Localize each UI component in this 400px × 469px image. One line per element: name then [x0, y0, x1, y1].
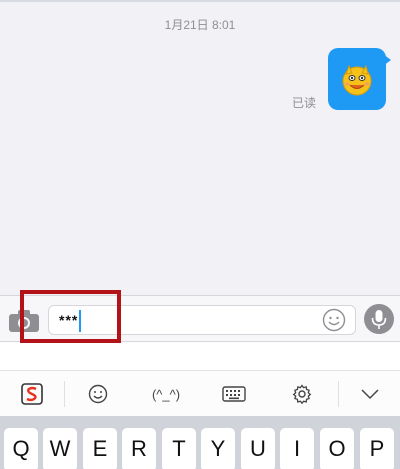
emoji-icon [88, 384, 108, 404]
message-timestamp: 1月21日 8:01 [164, 18, 236, 32]
key-w[interactable]: W [43, 428, 77, 469]
sogou-logo-icon [21, 383, 43, 405]
key-e[interactable]: E [83, 428, 117, 469]
key-u[interactable]: U [241, 428, 275, 469]
collapse-arrow-icon [361, 389, 379, 400]
sogou-logo-button[interactable] [0, 371, 64, 417]
key-i[interactable]: I [280, 428, 314, 469]
ime-toolbar: (^_^) [0, 370, 400, 416]
kaomoji-label: (^_^) [151, 386, 181, 402]
kaomoji-button[interactable]: (^_^) [134, 371, 198, 417]
keyboard-switch-button[interactable] [202, 371, 266, 417]
keyboard: Q W E R T Y U I O P [0, 416, 400, 469]
toolbar-divider [338, 381, 339, 407]
sticker-face-icon [342, 64, 372, 96]
microphone-icon[interactable] [364, 304, 394, 334]
settings-gear-icon [292, 384, 312, 404]
emoji-icon[interactable] [322, 308, 346, 332]
read-status: 已读 [292, 96, 317, 110]
input-spacer [0, 343, 400, 370]
key-y[interactable]: Y [201, 428, 235, 469]
ime-emoji-button[interactable] [66, 371, 130, 417]
toolbar-divider [64, 381, 65, 407]
keyboard-icon [222, 386, 246, 402]
key-r[interactable]: R [122, 428, 156, 469]
key-t[interactable]: T [162, 428, 196, 469]
key-q[interactable]: Q [4, 428, 38, 469]
key-o[interactable]: O [320, 428, 354, 469]
keyboard-collapse-button[interactable] [340, 371, 400, 417]
chat-area[interactable]: 1月21日 8:01 [0, 2, 400, 295]
ime-settings-button[interactable] [270, 371, 334, 417]
input-highlight-annotation [20, 290, 121, 343]
key-p[interactable]: P [360, 428, 394, 469]
bubble-tail [383, 54, 391, 66]
